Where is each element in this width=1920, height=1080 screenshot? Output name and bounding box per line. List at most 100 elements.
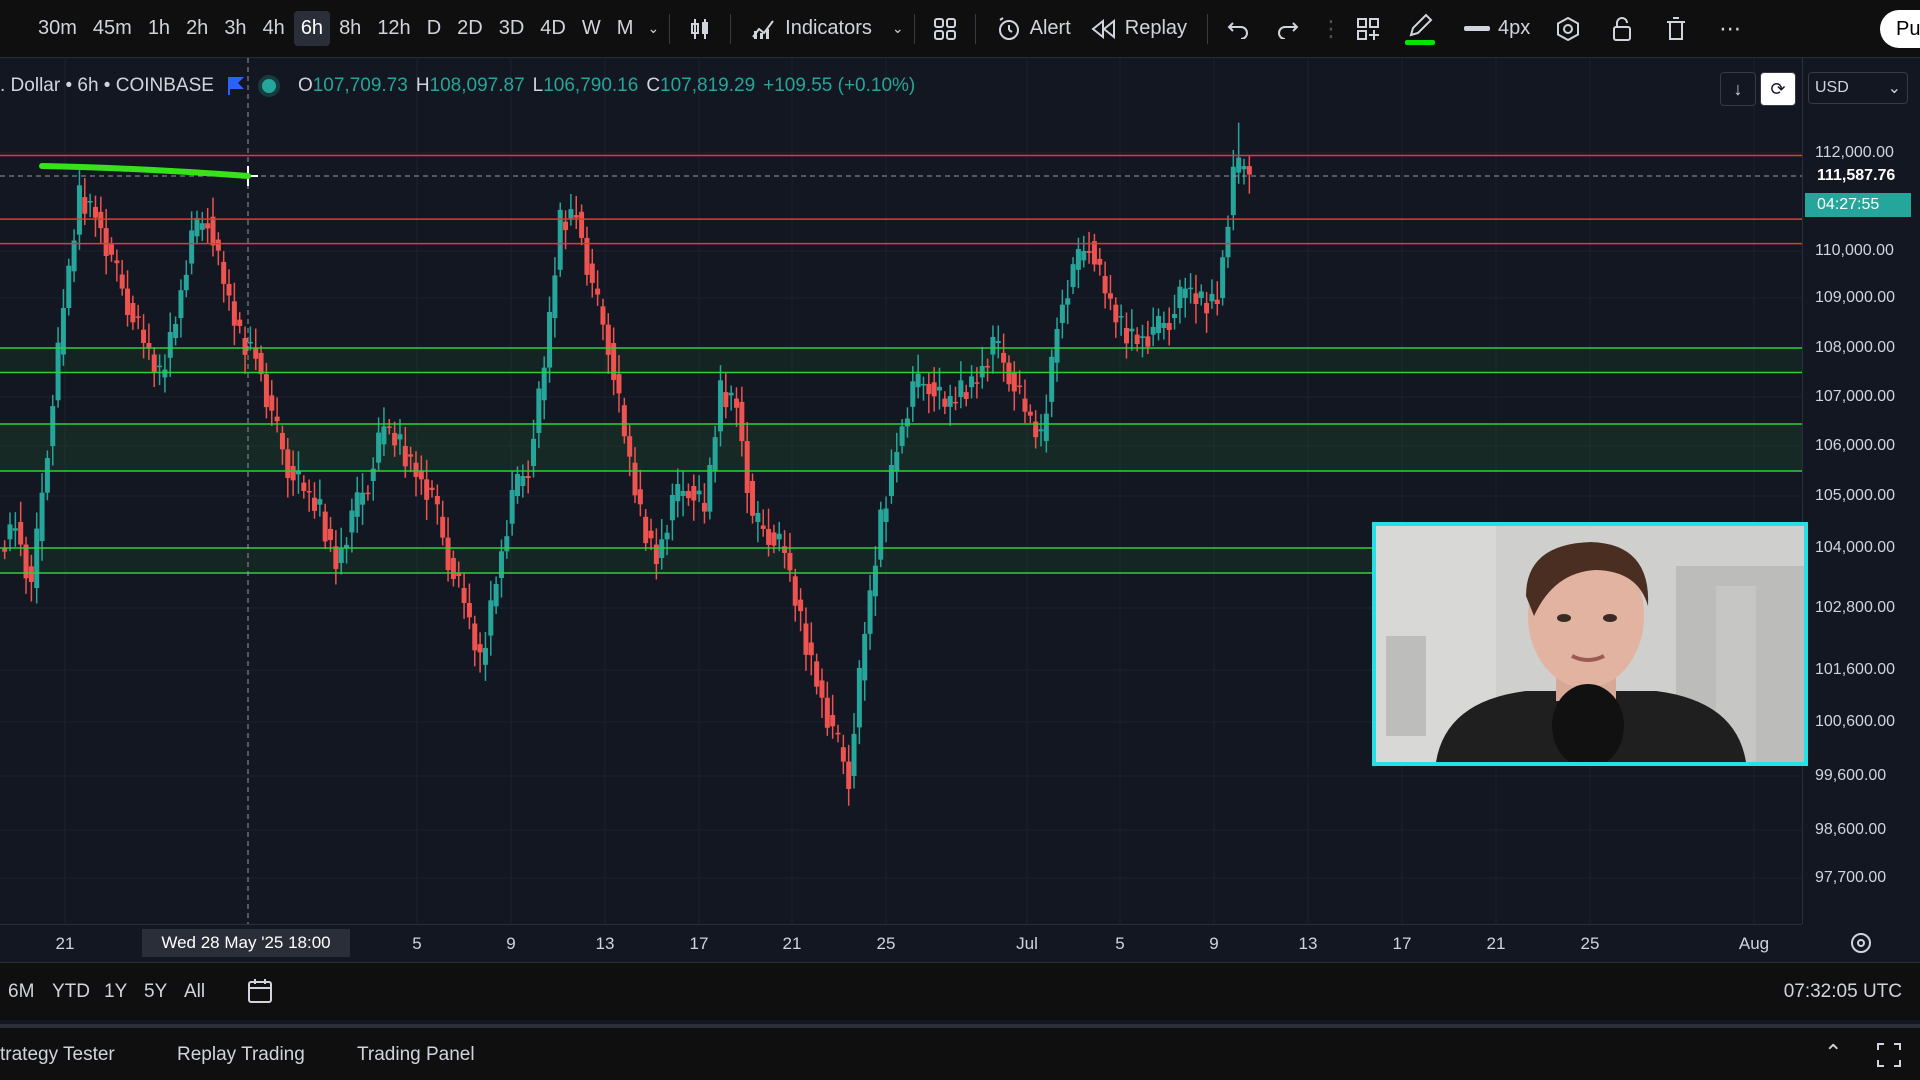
lock-icon[interactable] (1602, 9, 1642, 49)
candle-body (947, 396, 953, 407)
pencil-icon[interactable] (1400, 9, 1440, 49)
trash-icon[interactable] (1656, 9, 1696, 49)
gear-icon[interactable] (1848, 930, 1874, 956)
timeframe-2h[interactable]: 2h (179, 11, 215, 46)
candle-body (328, 528, 334, 541)
price-tick-label: 106,000.00 (1815, 437, 1896, 454)
candle-body (269, 395, 275, 411)
candle-body (1241, 166, 1247, 170)
timeframe-45m[interactable]: 45m (86, 11, 139, 46)
timeframe-2d[interactable]: 2D (450, 11, 490, 46)
time-tick-label: Jul (1016, 934, 1038, 953)
timeframe-m[interactable]: M (610, 11, 641, 46)
redo-icon[interactable] (1268, 9, 1308, 49)
candle-body (103, 228, 109, 257)
candle-body (125, 288, 131, 315)
candle-body (766, 528, 772, 545)
streamer-video (1376, 526, 1804, 762)
range-6m[interactable]: 6M (8, 981, 34, 1003)
candle-body (990, 337, 996, 355)
candle-body (701, 502, 707, 512)
candle-body (386, 426, 392, 428)
candle-body (707, 465, 713, 512)
line-width-button[interactable]: 4px (1454, 11, 1540, 46)
timeframe-3d[interactable]: 3D (492, 11, 532, 46)
candle-body (573, 215, 579, 218)
price-tick-label: 101,600.00 (1815, 661, 1896, 678)
candle-body (434, 496, 440, 505)
candle-body (1118, 316, 1124, 318)
candle-body (493, 584, 499, 607)
candle-body (787, 553, 793, 571)
candle-body (450, 558, 456, 579)
candle-body (942, 398, 948, 407)
time-axis[interactable]: Wed 28 May '25 18:00 21 5 9 13 17 21 25 Jul 5 9 13… (0, 924, 1802, 962)
candle-body (477, 644, 483, 653)
range-all[interactable]: All (184, 981, 205, 1003)
symbol-title[interactable]: . Dollar • 6h • COINBASE (0, 75, 214, 97)
rewind-icon (1091, 18, 1115, 39)
timeframe-12h[interactable]: 12h (370, 11, 417, 46)
candle-body (50, 406, 56, 446)
candles-type-icon[interactable] (680, 9, 720, 49)
drag-handle-icon[interactable]: ⋮ (1320, 16, 1342, 42)
bottom-tab[interactable]: Replay Trading (177, 1044, 305, 1066)
range-1y[interactable]: 1Y (104, 981, 127, 1003)
layout-grid-icon[interactable] (925, 9, 965, 49)
bottom-tab[interactable]: Trading Panel (357, 1044, 475, 1066)
replay-button[interactable]: Replay (1081, 11, 1197, 46)
indicators-button[interactable]: Indicators (741, 11, 882, 47)
timeframe-8h[interactable]: 8h (332, 11, 368, 46)
candle-body (734, 398, 740, 408)
price-tick-label: 104,000.00 (1815, 539, 1896, 556)
candle-body (1188, 287, 1194, 290)
publish-button[interactable]: Pu (1880, 10, 1920, 48)
candle-body (675, 484, 681, 502)
candle-body (878, 509, 884, 560)
alert-button[interactable]: Alert (986, 10, 1081, 48)
price-chart[interactable] (0, 58, 1802, 924)
more-icon[interactable]: ⋯ (1710, 9, 1750, 49)
chart-pane[interactable] (0, 58, 1802, 924)
candle-body (215, 239, 221, 251)
bottom-tab[interactable]: trategy Tester (0, 1044, 115, 1066)
chevron-up-icon[interactable]: ⌃ (1824, 1040, 1842, 1066)
timeframe-1h[interactable]: 1h (141, 11, 177, 46)
line-width-label: 4px (1498, 17, 1531, 39)
object-tree-icon[interactable] (1348, 9, 1388, 49)
timeframe-4h[interactable]: 4h (256, 11, 292, 46)
auto-scale-button[interactable]: ⟳ (1760, 72, 1796, 106)
undo-icon[interactable] (1218, 9, 1258, 49)
timeframe-4d[interactable]: 4D (533, 11, 573, 46)
scroll-to-latest-button[interactable]: ↓ (1720, 72, 1756, 106)
range-5y[interactable]: 5Y (144, 981, 167, 1003)
candle-body (1220, 257, 1226, 298)
maximize-icon[interactable] (1876, 1042, 1902, 1068)
utc-clock[interactable]: 07:32:05 UTC (1784, 981, 1902, 1003)
price-tick-label: 100,600.00 (1815, 713, 1896, 730)
timeframe-6h[interactable]: 6h (293, 11, 331, 46)
market-status-dot[interactable] (261, 79, 276, 93)
calendar-icon[interactable] (246, 977, 274, 1005)
flag-icon[interactable] (227, 77, 244, 95)
timeframe-w[interactable]: W (575, 11, 608, 46)
indicators-dropdown-icon[interactable]: ⌄ (892, 20, 904, 37)
candle-body (1054, 329, 1060, 363)
timeframe-dropdown-icon[interactable]: ⌄ (647, 20, 659, 37)
candle-body (1102, 276, 1108, 294)
time-tick-label: 13 (595, 934, 615, 953)
bar-countdown-label: 04:27:55 (1805, 193, 1911, 217)
crosshair-price-label: 111,587.76 (1805, 164, 1911, 188)
timeframe-3h[interactable]: 3h (217, 11, 253, 46)
price-axis[interactable]: 112,000.00 110,000.00 109,000.00 108,000.00… (1802, 58, 1920, 924)
timeframe-d[interactable]: D (420, 11, 448, 46)
candle-body (605, 324, 611, 355)
currency-select[interactable]: USD ⌄ (1808, 72, 1908, 104)
candle-body (696, 490, 702, 495)
range-ytd[interactable]: YTD (52, 981, 90, 1003)
candle-body (1225, 226, 1231, 258)
timeframe-30m[interactable]: 30m (31, 11, 84, 46)
settings-hexagon-icon[interactable] (1548, 9, 1588, 49)
candle-body (814, 661, 820, 687)
candle-body (306, 491, 312, 493)
